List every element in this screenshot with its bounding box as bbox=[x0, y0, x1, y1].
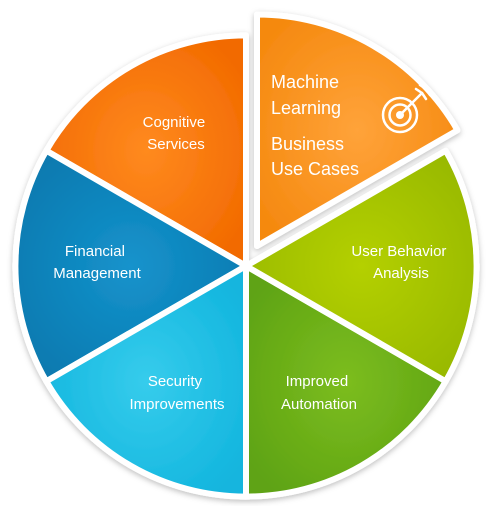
ml-label-line-1: Machine bbox=[271, 72, 339, 92]
security-improvements-line-2: Improvements bbox=[129, 396, 224, 413]
improved-automation-line-1: Improved bbox=[286, 373, 349, 390]
cognitive-services-line-2: Services bbox=[147, 136, 205, 153]
financial-management-line-1: Financial bbox=[65, 243, 125, 260]
ml-label-line-2: Learning bbox=[271, 98, 341, 118]
cognitive-services-line-1: Cognitive bbox=[143, 114, 206, 131]
user-behavior-line-1: User Behavior bbox=[351, 243, 446, 260]
financial-management-line-2: Management bbox=[53, 265, 141, 282]
user-behavior-line-2: Analysis bbox=[373, 265, 429, 282]
ml-sub-label-line-2: Use Cases bbox=[271, 159, 359, 179]
improved-automation-line-2: Automation bbox=[281, 396, 357, 413]
ml-sub-label-line-1: Business bbox=[271, 134, 344, 154]
pie-diagram: Machine Learning Business Use Cases Cogn… bbox=[12, 11, 480, 500]
security-improvements-line-1: Security bbox=[148, 373, 203, 390]
